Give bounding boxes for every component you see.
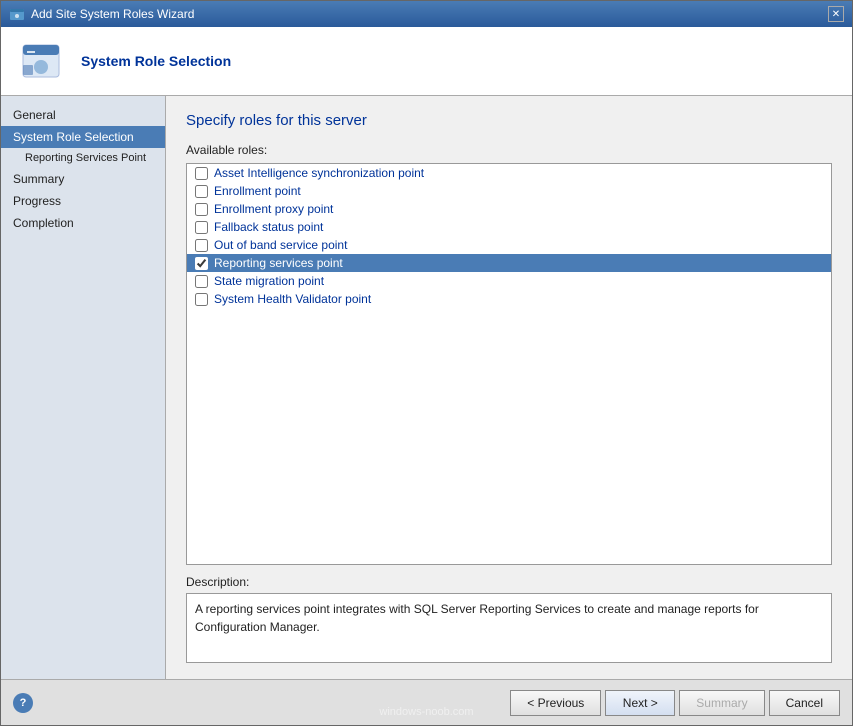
wizard-icon [9,6,25,22]
role-item[interactable]: Enrollment point [187,182,831,200]
header-wizard-icon [17,37,65,85]
role-checkbox[interactable] [195,185,208,198]
role-label: Reporting services point [214,256,343,270]
role-label: Enrollment point [214,184,301,198]
sidebar-item-general[interactable]: General [1,104,165,126]
role-label: Enrollment proxy point [214,202,333,216]
role-item[interactable]: Fallback status point [187,218,831,236]
role-item[interactable]: Reporting services point [187,254,831,272]
description-section: Description: A reporting services point … [186,575,832,663]
sidebar: General System Role Selection Reporting … [1,96,166,679]
next-button[interactable]: Next > [605,690,675,716]
previous-button[interactable]: < Previous [510,690,601,716]
role-label: Asset Intelligence synchronization point [214,166,424,180]
help-icon[interactable]: ? [13,693,33,713]
header-title: System Role Selection [81,53,231,69]
role-item[interactable]: Out of band service point [187,236,831,254]
description-label: Description: [186,575,832,589]
role-item[interactable]: State migration point [187,272,831,290]
title-bar: Add Site System Roles Wizard ✕ [1,1,852,27]
close-button[interactable]: ✕ [828,6,844,22]
roles-list: Asset Intelligence synchronization point… [186,163,832,565]
footer-buttons: < Previous Next > Summary Cancel [510,690,840,716]
role-checkbox[interactable] [195,203,208,216]
title-bar-text: Add Site System Roles Wizard [31,7,194,21]
footer: ? < Previous Next > Summary Cancel [1,679,852,725]
role-label: State migration point [214,274,324,288]
sidebar-item-summary[interactable]: Summary [1,168,165,190]
role-label: System Health Validator point [214,292,371,306]
page-title: Specify roles for this server [186,112,832,129]
sidebar-item-reporting-services[interactable]: Reporting Services Point [1,148,165,168]
header-area: System Role Selection [1,27,852,96]
sidebar-item-system-role-selection[interactable]: System Role Selection [1,126,165,148]
sidebar-item-progress[interactable]: Progress [1,190,165,212]
summary-button[interactable]: Summary [679,690,764,716]
role-checkbox[interactable] [195,257,208,270]
role-checkbox[interactable] [195,293,208,306]
body-area: General System Role Selection Reporting … [1,96,852,679]
role-checkbox[interactable] [195,221,208,234]
cancel-button[interactable]: Cancel [769,690,840,716]
title-bar-left: Add Site System Roles Wizard [9,6,194,22]
role-item[interactable]: System Health Validator point [187,290,831,308]
role-checkbox[interactable] [195,275,208,288]
role-label: Out of band service point [214,238,347,252]
role-checkbox[interactable] [195,167,208,180]
available-roles-label: Available roles: [186,143,832,157]
role-item[interactable]: Enrollment proxy point [187,200,831,218]
footer-left: ? [13,693,33,713]
main-window: Add Site System Roles Wizard ✕ System Ro… [0,0,853,726]
role-item[interactable]: Asset Intelligence synchronization point [187,164,831,182]
description-box: A reporting services point integrates wi… [186,593,832,663]
sidebar-item-completion[interactable]: Completion [1,212,165,234]
role-label: Fallback status point [214,220,323,234]
main-content: Specify roles for this server Available … [166,96,852,679]
role-checkbox[interactable] [195,239,208,252]
